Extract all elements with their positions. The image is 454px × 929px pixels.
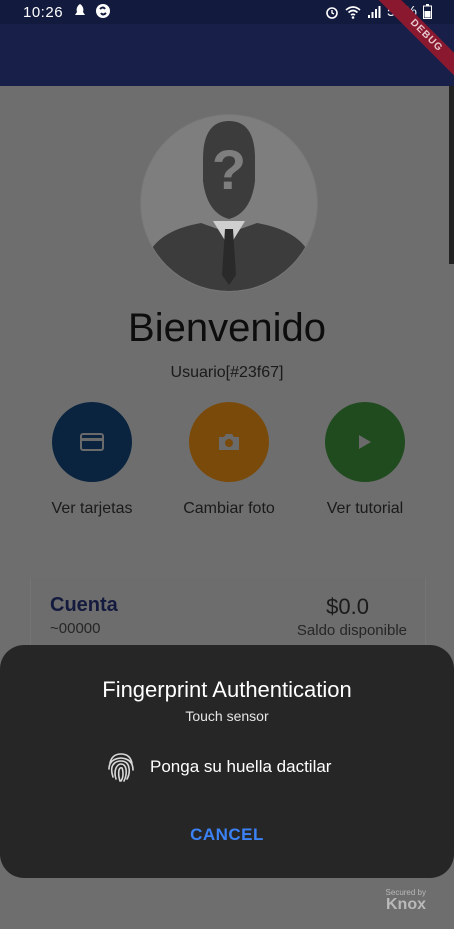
view-cards-label: Ver tarjetas (51, 500, 133, 517)
fingerprint-prompt: Ponga su huella dactilar (150, 757, 332, 776)
scrollbar[interactable] (449, 86, 454, 264)
unknown-person-icon: ? (141, 115, 317, 291)
notification-icon (75, 4, 85, 15)
shazam-icon (96, 4, 110, 18)
change-photo-button[interactable] (189, 402, 269, 482)
play-icon (359, 435, 371, 449)
battery-icon (423, 4, 432, 19)
change-photo-label: Cambiar foto (183, 500, 275, 517)
balance-caption: Saldo disponible (296, 622, 407, 639)
change-photo-action[interactable]: Cambiar foto (159, 402, 299, 518)
fingerprint-icon (108, 753, 134, 782)
dialog-subtitle: Touch sensor (185, 708, 269, 724)
knox-badge: Secured by Knox (386, 888, 426, 914)
app-bar (0, 24, 454, 86)
account-number: ~00000 (50, 620, 101, 637)
account-balance: $0.0 (326, 594, 369, 619)
welcome-heading: Bienvenido (128, 306, 326, 350)
svg-text:?: ? (212, 138, 246, 201)
credit-card-icon (80, 433, 104, 451)
status-time: 10:26 (23, 4, 64, 21)
alarm-icon (326, 6, 338, 19)
status-left-icons (73, 3, 111, 19)
fingerprint-prompt-row: Ponga su huella dactilar (106, 751, 331, 783)
signal-icon (367, 5, 381, 18)
user-id-label: Usuario[#23f67] (170, 364, 284, 381)
account-title: Cuenta (50, 594, 118, 616)
fingerprint-dialog: Fingerprint Authentication Touch sensor … (0, 645, 454, 878)
view-tutorial-action[interactable]: Ver tutorial (295, 402, 435, 518)
wifi-icon (345, 5, 361, 19)
dialog-title: Fingerprint Authentication (102, 677, 352, 702)
camera-icon (219, 434, 239, 450)
view-tutorial-button[interactable] (325, 402, 405, 482)
view-tutorial-label: Ver tutorial (326, 500, 404, 517)
cancel-button[interactable]: CANCEL (177, 825, 277, 849)
view-cards-action[interactable]: Ver tarjetas (22, 402, 162, 518)
view-cards-button[interactable] (52, 402, 132, 482)
knox-logo: Knox (386, 896, 426, 913)
profile-avatar[interactable]: ? (140, 114, 318, 292)
